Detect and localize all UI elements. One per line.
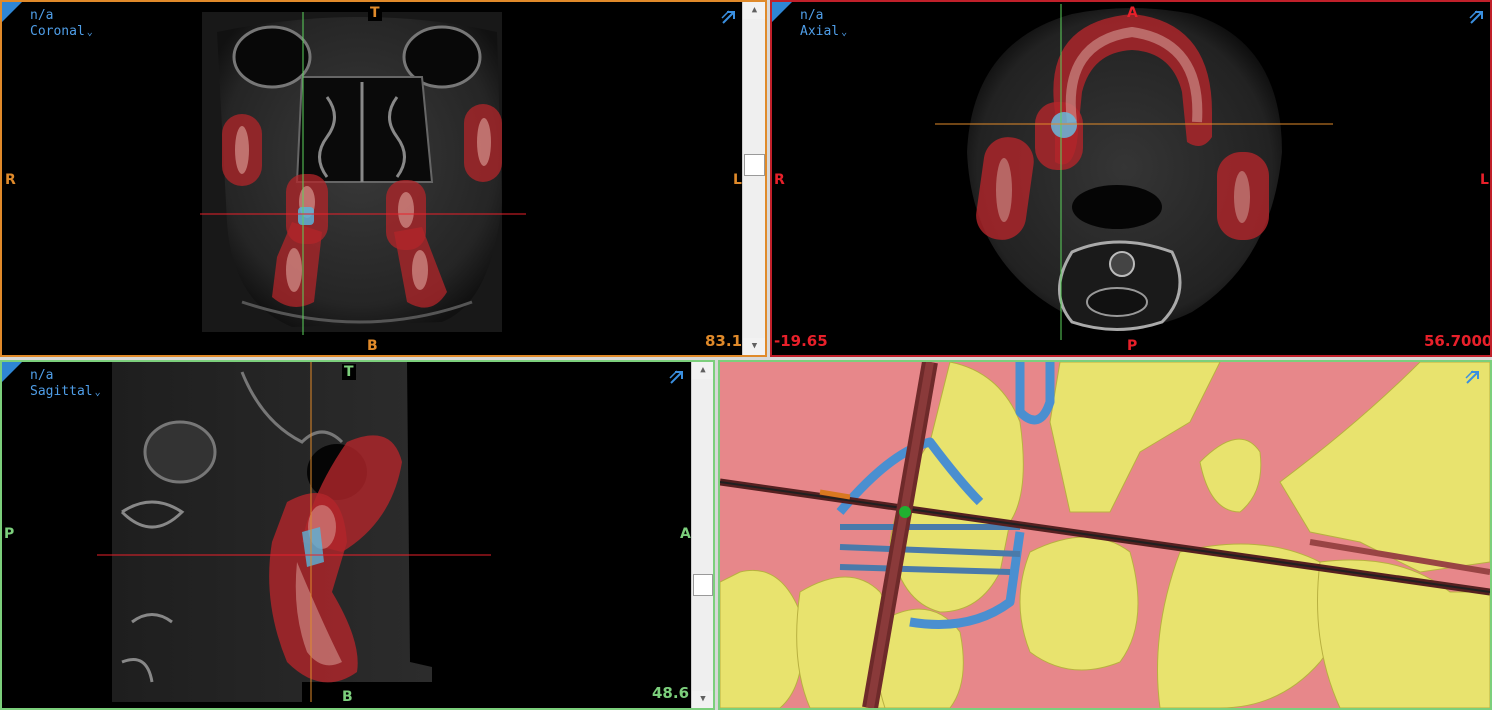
slice-value: 83.1 bbox=[705, 332, 743, 350]
coronal-source: n/a bbox=[30, 8, 54, 23]
coronal-ct-image[interactable] bbox=[2, 2, 742, 355]
coronal-scrollbar[interactable]: ▲ ▼ bbox=[742, 2, 765, 355]
sagittal-scrollbar[interactable]: ▲ ▼ bbox=[691, 362, 713, 708]
orientation-label-left: R bbox=[774, 172, 785, 188]
triangle-up-icon[interactable]: ▲ bbox=[692, 362, 713, 379]
coronal-view[interactable]: n/a Coronal ⌄ T B R L 83.1 ▲ ▼ bbox=[0, 0, 767, 357]
sagittal-source: n/a bbox=[30, 368, 54, 383]
slice-value: 56.7000 bbox=[1424, 332, 1492, 350]
window-value: -19.65 bbox=[774, 332, 828, 350]
scrollbar-thumb[interactable] bbox=[744, 154, 765, 176]
orientation-label-right: L bbox=[1480, 172, 1489, 188]
view-corner-marker bbox=[772, 2, 792, 22]
orientation-label-bottom: P bbox=[1127, 338, 1138, 354]
3d-model-render[interactable] bbox=[720, 362, 1490, 708]
sagittal-view[interactable]: n/a Sagittal ⌄ T B P A 48.6 ▲ ▼ bbox=[0, 360, 715, 710]
orientation-label-top: A bbox=[1127, 5, 1138, 21]
3d-render-view[interactable] bbox=[718, 360, 1492, 710]
chevron-down-icon[interactable]: ⌄ bbox=[87, 27, 93, 38]
sagittal-view-selector[interactable]: Sagittal ⌄ bbox=[30, 384, 101, 401]
coronal-view-selector[interactable]: Coronal ⌄ bbox=[30, 24, 93, 41]
maximize-arrow-icon[interactable] bbox=[1468, 8, 1486, 26]
orientation-label-left: R bbox=[5, 172, 16, 188]
slice-value: 48.6 bbox=[652, 684, 690, 702]
sagittal-ct-image[interactable] bbox=[2, 362, 690, 708]
view-corner-marker bbox=[2, 2, 22, 22]
axial-source: n/a bbox=[800, 8, 824, 23]
axial-view-selector[interactable]: Axial ⌄ bbox=[800, 24, 847, 41]
triangle-up-icon[interactable]: ▲ bbox=[743, 2, 765, 19]
triangle-down-icon[interactable]: ▼ bbox=[692, 691, 713, 708]
scrollbar-thumb[interactable] bbox=[693, 574, 713, 596]
maximize-arrow-icon[interactable] bbox=[1464, 368, 1482, 386]
orientation-label-top: T bbox=[342, 364, 356, 380]
coronal-info: n/a Coronal ⌄ bbox=[30, 8, 93, 41]
orientation-label-bottom: B bbox=[367, 338, 378, 354]
orientation-label-top: T bbox=[368, 5, 382, 21]
orientation-label-left: P bbox=[4, 526, 15, 542]
orientation-label-right: A bbox=[680, 526, 691, 542]
sagittal-info: n/a Sagittal ⌄ bbox=[30, 368, 101, 401]
triangle-down-icon[interactable]: ▼ bbox=[743, 338, 765, 355]
maximize-arrow-icon[interactable] bbox=[668, 368, 686, 386]
axial-info: n/a Axial ⌄ bbox=[800, 8, 847, 41]
axial-view[interactable]: n/a Axial ⌄ A P R L -19.65 56.7000 bbox=[770, 0, 1492, 357]
orientation-label-right: L bbox=[733, 172, 742, 188]
chevron-down-icon[interactable]: ⌄ bbox=[841, 27, 847, 38]
maximize-arrow-icon[interactable] bbox=[720, 8, 738, 26]
chevron-down-icon[interactable]: ⌄ bbox=[95, 387, 101, 398]
orientation-label-bottom: B bbox=[342, 689, 353, 705]
view-corner-marker bbox=[2, 362, 22, 382]
axial-ct-image[interactable] bbox=[772, 2, 1490, 355]
